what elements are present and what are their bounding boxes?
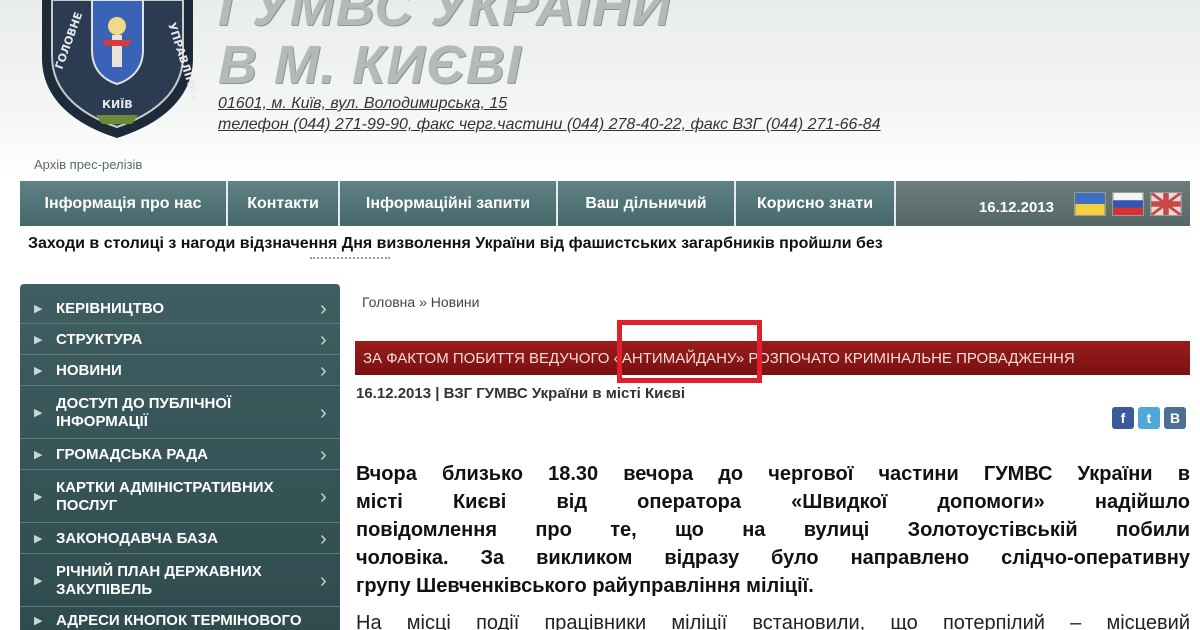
ukraine-flag-icon[interactable] bbox=[1074, 191, 1106, 216]
breadcrumb[interactable]: Головна » Новини bbox=[362, 294, 479, 310]
sidebar-item-emergency-buttons[interactable]: ▶ АДРЕСИ КНОПОК ТЕРМІНОВОГО bbox=[20, 608, 340, 630]
chevron-right-icon: › bbox=[320, 401, 327, 424]
bullet-icon: ▶ bbox=[34, 574, 43, 587]
chevron-right-icon: › bbox=[320, 569, 327, 592]
phone-line: телефон (044) 271-99-90, факс черг.части… bbox=[218, 116, 881, 133]
sidebar-item-label: АДРЕСИ КНОПОК ТЕРМІНОВОГО bbox=[56, 612, 302, 629]
sidebar-item-admin-services[interactable]: ▶ КАРТКИ АДМІНІСТРАТИВНИХ ПОСЛУГ › bbox=[20, 471, 340, 523]
article-lead: Вчора близько 18.30 вечора до чергової ч… bbox=[356, 460, 1190, 600]
twitter-share-icon[interactable]: t bbox=[1138, 407, 1160, 429]
highlight-annotation-box bbox=[617, 320, 762, 383]
sidebar-item-label: ДОСТУП ДО ПУБЛІЧНОЇ ІНФОРМАЦІЇ bbox=[56, 394, 232, 430]
sidebar-menu: ▶ КЕРІВНИЦТВО › ▶ СТРУКТУРА › ▶ НОВИНИ ›… bbox=[20, 284, 340, 630]
sidebar-item-legislation[interactable]: ▶ ЗАКОНОДАВЧА БАЗА › bbox=[20, 524, 340, 554]
sidebar-item-label: ЗАКОНОДАВЧА БАЗА bbox=[56, 529, 218, 547]
bullet-icon: ▶ bbox=[34, 333, 43, 346]
uk-flag-icon[interactable] bbox=[1150, 191, 1182, 216]
lead-line: місті Києві від оператора «Швидкої допом… bbox=[356, 491, 1190, 513]
address-line: 01601, м. Київ, вул. Володимирська, 15 bbox=[218, 95, 508, 112]
bullet-icon: ▶ bbox=[34, 406, 43, 419]
bullet-icon: ▶ bbox=[34, 615, 43, 627]
emblem-bottom-text: КИЇВ bbox=[102, 97, 133, 111]
site-title[interactable]: ГУМВС УКРАЇНИ В М. КИЄВІ bbox=[218, 0, 672, 94]
sidebar-item-public-info[interactable]: ▶ ДОСТУП ДО ПУБЛІЧНОЇ ІНФОРМАЦІЇ › bbox=[20, 387, 340, 439]
main-navigation: Інформація про нас Контакти Інформаційні… bbox=[20, 181, 1190, 226]
press-archive-link[interactable]: Архів прес-релізів bbox=[34, 157, 142, 172]
site-title-line1: ГУМВС УКРАЇНИ bbox=[218, 0, 672, 37]
lead-line: Вчора близько 18.30 вечора до чергової ч… bbox=[356, 463, 1190, 485]
chevron-right-icon: › bbox=[320, 328, 327, 351]
russia-flag-icon[interactable] bbox=[1112, 191, 1144, 216]
nav-useful-info[interactable]: Корисно знати bbox=[736, 181, 896, 226]
bullet-icon: ▶ bbox=[34, 302, 43, 315]
sidebar-item-label: РІЧНИЙ ПЛАН ДЕРЖАВНИХ ЗАКУПІВЕЛЬ bbox=[56, 562, 262, 598]
bullet-icon: ▶ bbox=[34, 490, 43, 503]
article-headline: ЗА ФАКТОМ ПОБИТТЯ ВЕДУЧОГО «АНТИМАЙДАНУ»… bbox=[355, 341, 1190, 375]
nav-right-panel: 16.12.2013 bbox=[896, 181, 1190, 226]
chevron-right-icon: › bbox=[320, 485, 327, 508]
bullet-icon: ▶ bbox=[34, 364, 43, 377]
sidebar-item-public-council[interactable]: ▶ ГРОМАДСЬКА РАДА › bbox=[20, 440, 340, 470]
share-buttons: f t B bbox=[1108, 407, 1186, 429]
sidebar-item-label: КАРТКИ АДМІНІСТРАТИВНИХ ПОСЛУГ bbox=[56, 478, 274, 514]
chevron-right-icon: › bbox=[320, 443, 327, 466]
article-body-start: На місці події працівники міліції встано… bbox=[356, 612, 1190, 630]
facebook-share-icon[interactable]: f bbox=[1112, 407, 1134, 429]
ticker-overflow bbox=[310, 257, 390, 261]
chevron-right-icon: › bbox=[320, 359, 327, 382]
lead-line: повідомлення про те, що на вулиці Золото… bbox=[356, 519, 1190, 541]
sidebar-item-procurement-plan[interactable]: ▶ РІЧНИЙ ПЛАН ДЕРЖАВНИХ ЗАКУПІВЕЛЬ › bbox=[20, 555, 340, 607]
vkontakte-share-icon[interactable]: B bbox=[1164, 407, 1186, 429]
nav-info-requests[interactable]: Інформаційні запити bbox=[340, 181, 558, 226]
lead-line: групу Шевченківського райуправління мілі… bbox=[356, 575, 814, 597]
sidebar-item-news[interactable]: ▶ НОВИНИ › bbox=[20, 356, 340, 386]
bullet-icon: ▶ bbox=[34, 532, 43, 545]
chevron-right-icon: › bbox=[320, 297, 327, 320]
sidebar-item-structure[interactable]: ▶ СТРУКТУРА › bbox=[20, 325, 340, 355]
chevron-right-icon: › bbox=[320, 527, 327, 550]
current-date: 16.12.2013 bbox=[978, 199, 1054, 216]
nav-about-us[interactable]: Інформація про нас bbox=[20, 181, 228, 226]
contact-address: 01601, м. Київ, вул. Володимирська, 15 т… bbox=[218, 93, 881, 135]
lead-line: чоловіка. За викликом відразу було напра… bbox=[356, 547, 1190, 569]
bullet-icon: ▶ bbox=[34, 448, 43, 461]
sidebar-item-label: КЕРІВНИЦТВО bbox=[56, 299, 165, 317]
nav-contacts[interactable]: Контакти bbox=[228, 181, 340, 226]
sidebar-item-label: ГРОМАДСЬКА РАДА bbox=[56, 445, 208, 463]
article-meta: 16.12.2013 | ВЗГ ГУМВС України в місті К… bbox=[356, 385, 686, 402]
nav-district-officer[interactable]: Ваш дільничий bbox=[558, 181, 736, 226]
sidebar-item-leadership[interactable]: ▶ КЕРІВНИЦТВО › bbox=[20, 294, 340, 324]
news-ticker[interactable]: Заходи в столиці з нагоди відзначення Дн… bbox=[28, 235, 883, 253]
site-title-line2: В М. КИЄВІ bbox=[218, 35, 522, 95]
sidebar-item-label: СТРУКТУРА bbox=[56, 330, 143, 348]
sidebar-item-label: НОВИНИ bbox=[56, 361, 122, 379]
police-emblem-icon: ГОЛОВНЕ УПРАВЛІННЯ КИЇВ bbox=[42, 0, 195, 138]
